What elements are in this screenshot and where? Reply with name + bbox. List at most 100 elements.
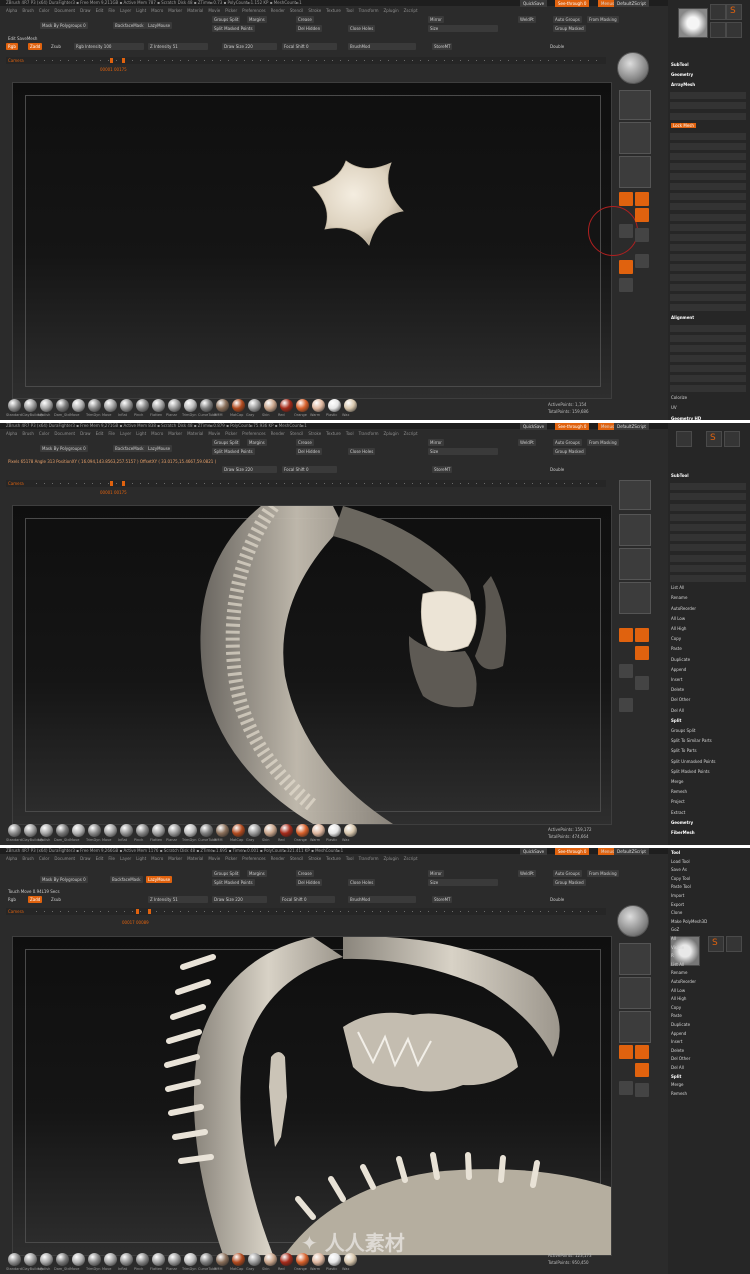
zsub-button[interactable]: Zsub <box>49 896 63 903</box>
quicksave-button[interactable]: QuickSave <box>520 0 548 7</box>
shelf-swatch[interactable] <box>56 1253 69 1266</box>
shelf-swatch[interactable] <box>88 1253 101 1266</box>
menu-item[interactable]: Tool <box>346 8 354 13</box>
shelf-swatch[interactable] <box>104 1253 117 1266</box>
shelf-swatch[interactable] <box>312 1253 325 1266</box>
menu-item[interactable]: Draw <box>80 8 90 13</box>
menu-item[interactable]: Picker <box>225 8 237 13</box>
tray-item[interactable]: Delete <box>671 1048 684 1053</box>
xpose-button[interactable] <box>619 278 633 292</box>
tray-item[interactable]: Groups Split <box>671 728 695 733</box>
tray-item[interactable]: Split Masked Points <box>671 769 710 774</box>
tray-item[interactable]: Del Other <box>671 1056 690 1061</box>
menu-item[interactable]: Tool <box>346 856 354 861</box>
tray-item[interactable]: Merge <box>671 779 684 784</box>
shelf-swatch[interactable] <box>72 399 85 412</box>
shelf-swatch[interactable] <box>72 824 85 837</box>
weldpt-button[interactable]: WeldPt <box>518 439 536 446</box>
brush-mod-field[interactable]: BrushMod <box>348 896 416 903</box>
tray-item[interactable]: Del All <box>671 1065 684 1070</box>
focal-shift-slider[interactable]: Focal Shift 0 <box>282 466 337 473</box>
shelf-swatch[interactable] <box>344 824 357 837</box>
mask-by-polygroups[interactable]: Mask By Polygroups 0 <box>40 876 88 883</box>
shelf-swatch[interactable] <box>312 399 325 412</box>
menu-item[interactable]: File <box>108 856 115 861</box>
tray-row[interactable] <box>670 344 746 352</box>
size-slider[interactable]: Size <box>428 879 498 886</box>
tray-item[interactable]: Split <box>671 718 681 723</box>
zoom-button[interactable] <box>619 1045 633 1059</box>
groups-split-button[interactable]: Groups Split <box>212 870 241 877</box>
scale-button[interactable] <box>635 208 649 222</box>
del-hidden-button[interactable]: Del Hidden <box>296 25 323 32</box>
default-zscript-button[interactable]: DefaultZScript <box>614 423 649 430</box>
shelf-swatch[interactable] <box>24 1253 37 1266</box>
alpha-thumbnail[interactable] <box>619 122 651 154</box>
alpha-thumbnail[interactable] <box>619 977 651 1009</box>
tray-row[interactable] <box>670 183 746 191</box>
rotate-button[interactable] <box>619 224 633 238</box>
menu-item[interactable]: Brush <box>22 8 34 13</box>
tray-item[interactable]: All Low <box>671 988 685 993</box>
tray-row[interactable] <box>670 294 746 302</box>
auto-groups-button[interactable]: Auto Groups <box>553 870 582 877</box>
shelf-swatch[interactable] <box>8 399 21 412</box>
shelf-swatch[interactable] <box>312 824 325 837</box>
tray-item[interactable]: All High <box>671 996 686 1001</box>
group-masked-button[interactable]: Group Masked <box>553 448 586 455</box>
close-holes-button[interactable]: Close Holes <box>348 879 376 886</box>
shelf-swatch[interactable] <box>104 824 117 837</box>
tray-row[interactable] <box>670 142 746 150</box>
shelf-swatch[interactable] <box>264 1253 277 1266</box>
tray-item[interactable]: Alignment <box>671 315 694 320</box>
draw-size-slider[interactable]: Draw Size 220 <box>222 43 277 50</box>
menu-item[interactable]: Layer <box>120 8 131 13</box>
tray-item[interactable]: Del All <box>671 708 684 713</box>
tray-item[interactable]: FiberMesh <box>671 830 695 835</box>
rotate-button[interactable] <box>619 1081 633 1095</box>
shelf-swatch[interactable] <box>280 1253 293 1266</box>
menu-item[interactable]: Tool <box>346 431 354 436</box>
menu-item[interactable]: Stroke <box>308 431 321 436</box>
group-masked-button[interactable]: Group Masked <box>553 25 586 32</box>
shelf-swatch[interactable] <box>344 1253 357 1266</box>
shelf-swatch[interactable] <box>120 399 133 412</box>
shelf-swatch[interactable] <box>264 399 277 412</box>
quicksave-button[interactable]: QuickSave <box>520 848 548 855</box>
menu-item[interactable]: Movie <box>208 431 220 436</box>
zoom-button[interactable] <box>619 192 633 206</box>
tray-item[interactable]: Duplicate <box>671 1022 690 1027</box>
stroke-thumbnail[interactable] <box>619 514 651 546</box>
draw-size-slider[interactable]: Draw Size 220 <box>222 466 277 473</box>
tray-item[interactable]: Geometry <box>671 72 693 77</box>
document-canvas[interactable] <box>12 505 612 825</box>
tray-item[interactable]: All <box>671 936 676 941</box>
draw-size-slider[interactable]: Draw Size 220 <box>212 896 267 903</box>
tray-item[interactable]: Split <box>671 1074 681 1079</box>
menu-item[interactable]: Macro <box>151 856 163 861</box>
tray-row[interactable] <box>670 274 746 282</box>
menu-item[interactable]: Preferences <box>242 856 266 861</box>
menu-item[interactable]: Render <box>271 431 285 436</box>
tray-item[interactable]: Insert <box>671 677 682 682</box>
shelf-swatch[interactable] <box>152 824 165 837</box>
shelf-swatch[interactable] <box>184 824 197 837</box>
viewport-serpent-mesh[interactable] <box>13 506 611 824</box>
menu-item[interactable]: Brush <box>22 431 34 436</box>
tray-row[interactable] <box>670 564 746 572</box>
tool-thumb-s[interactable]: S <box>708 936 724 952</box>
move-button[interactable] <box>635 628 649 642</box>
tray-row[interactable] <box>670 132 746 140</box>
menu-item[interactable]: Marker <box>168 8 182 13</box>
menu-item[interactable]: Layer <box>120 431 131 436</box>
shelf-swatch[interactable] <box>120 824 133 837</box>
tray-row[interactable] <box>670 354 746 362</box>
group-masked-button[interactable]: Group Masked <box>553 879 586 886</box>
tray-row[interactable] <box>670 173 746 181</box>
zsub-button[interactable]: Zsub <box>49 43 63 50</box>
menu-item[interactable]: Light <box>136 856 146 861</box>
weldpt-button[interactable]: WeldPt <box>518 16 536 23</box>
margins-button[interactable]: Margins <box>247 870 267 877</box>
scale-button[interactable] <box>635 1063 649 1077</box>
tray-item[interactable]: Geometry <box>671 820 693 825</box>
